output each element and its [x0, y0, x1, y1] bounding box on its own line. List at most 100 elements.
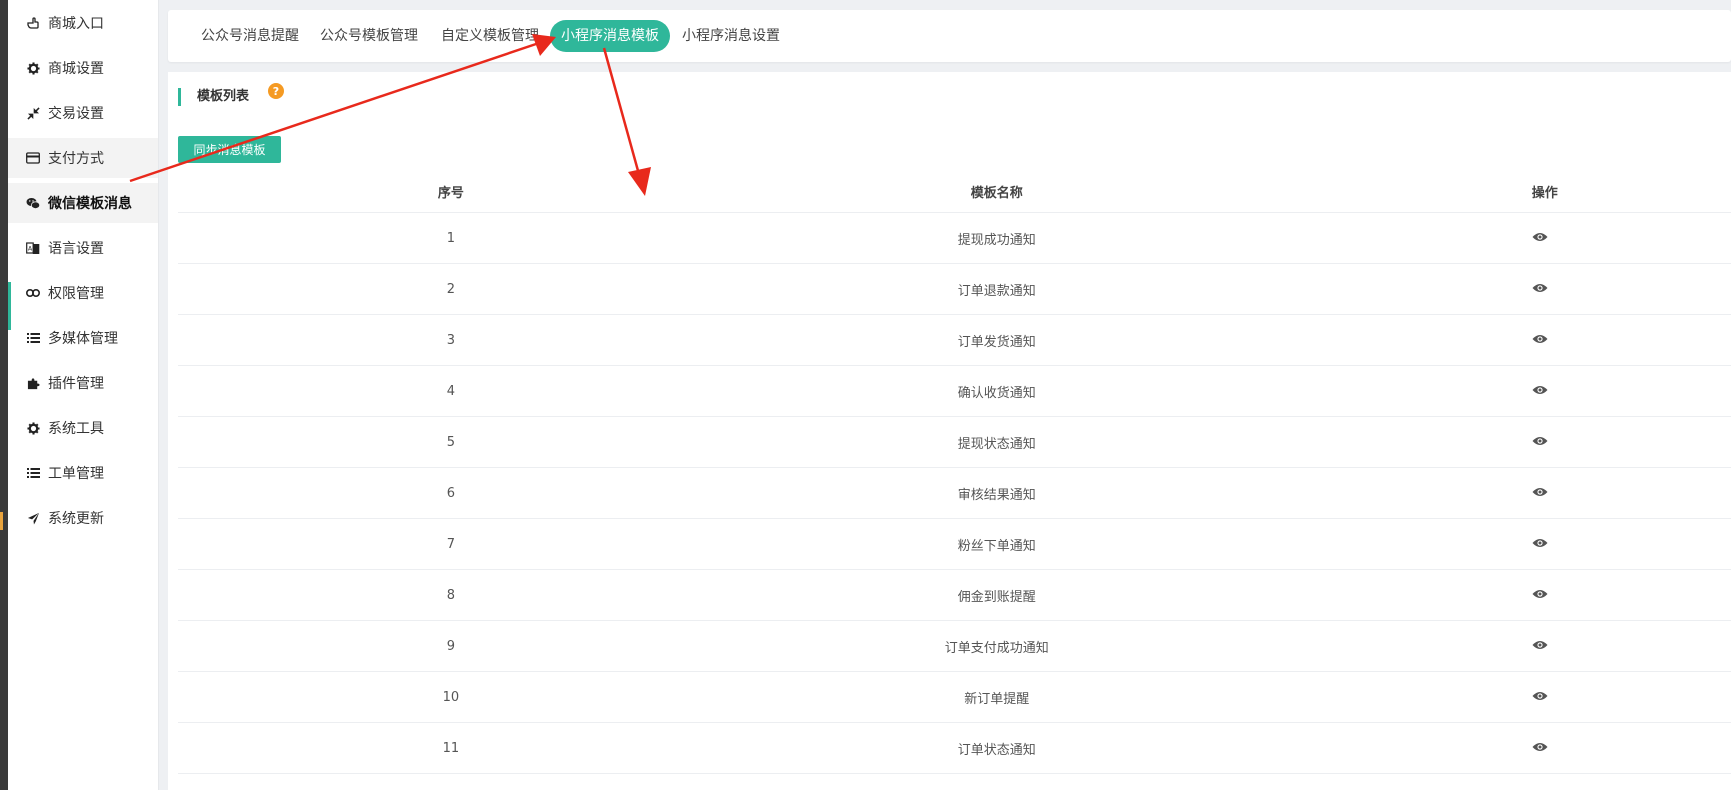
row-index: 8: [178, 569, 724, 621]
sidebar-item-label: 权限管理: [48, 286, 104, 302]
row-action-cell: [1269, 569, 1731, 621]
hand-pointer-icon: [26, 16, 40, 30]
row-index: 9: [178, 620, 724, 672]
sidebar-item-label: 商城入口: [48, 16, 104, 32]
sidebar-item-tickets[interactable]: 工单管理: [8, 453, 158, 493]
sidebar-item-label: 系统工具: [48, 421, 104, 437]
table-row: 2 订单退款通知: [178, 263, 1731, 315]
sidebar-item-label: 支付方式: [48, 151, 104, 167]
sidebar-item-mall-entry[interactable]: 商城入口: [8, 3, 158, 43]
row-template-name: 粉丝下单通知: [723, 518, 1270, 570]
eye-icon[interactable]: [1532, 690, 1548, 705]
row-template-name: 审核结果通知: [723, 467, 1270, 519]
users-icon: [26, 286, 40, 300]
row-index: 11: [178, 722, 724, 774]
sync-templates-button[interactable]: 同步消息模板: [178, 136, 281, 163]
eye-icon[interactable]: [1532, 333, 1548, 348]
table-row: 6 审核结果通知: [178, 467, 1731, 519]
row-index: 1: [178, 212, 724, 264]
language-icon: A: [26, 241, 40, 255]
row-index: 10: [178, 671, 724, 723]
eye-icon[interactable]: [1532, 639, 1548, 654]
table-header-row: 序号 模板名称 操作: [178, 170, 1731, 213]
eye-icon[interactable]: [1532, 486, 1548, 501]
eye-icon[interactable]: [1532, 435, 1548, 450]
table-row: 11 订单状态通知: [178, 722, 1731, 774]
sidebar-item-permissions[interactable]: 权限管理: [8, 273, 158, 313]
sidebar-item-media[interactable]: 多媒体管理: [8, 318, 158, 358]
table-row: 9 订单支付成功通知: [178, 620, 1731, 672]
eye-icon[interactable]: [1532, 741, 1548, 756]
table-row: 7 粉丝下单通知: [178, 518, 1731, 570]
row-template-name: 提现成功通知: [723, 212, 1270, 264]
eye-icon[interactable]: [1532, 231, 1548, 246]
help-icon[interactable]: ?: [268, 83, 284, 99]
table-row: 5 提现状态通知: [178, 416, 1731, 468]
sidebar-item-label: 微信模板消息: [48, 196, 132, 212]
sidebar-item-label: 商城设置: [48, 61, 104, 77]
tab-miniprogram-settings[interactable]: 小程序消息设置: [671, 20, 791, 52]
row-action-cell: [1269, 314, 1731, 366]
credit-card-icon: [26, 151, 40, 165]
sidebar-item-label: 插件管理: [48, 376, 104, 392]
puzzle-icon: [26, 376, 40, 390]
left-edge-strip: [0, 0, 8, 790]
row-action-cell: [1269, 467, 1731, 519]
row-template-name: 提现状态通知: [723, 416, 1270, 468]
eye-icon[interactable]: [1532, 588, 1548, 603]
sidebar-item-label: 交易设置: [48, 106, 104, 122]
table-row: 3 订单发货通知: [178, 314, 1731, 366]
table-body: 1 提现成功通知 2 订单退款通知 3 订单发货通知 4 确认收货通知 5 提现状态通知 6 审核结果…: [178, 212, 1731, 774]
row-action-cell: [1269, 671, 1731, 723]
column-header-index: 序号: [178, 170, 724, 213]
row-action-cell: [1269, 620, 1731, 672]
tab-miniprogram-templates[interactable]: 小程序消息模板: [550, 20, 670, 52]
sidebar-item-language-settings[interactable]: A 语言设置: [8, 228, 158, 268]
eye-icon[interactable]: [1532, 282, 1548, 297]
table-row: 4 确认收货通知: [178, 365, 1731, 417]
table-row: 8 佣金到账提醒: [178, 569, 1731, 621]
tab-official-account-reminder[interactable]: 公众号消息提醒: [190, 20, 310, 52]
row-action-cell: [1269, 212, 1731, 264]
sidebar-item-wechat-template[interactable]: 微信模板消息: [8, 183, 158, 223]
tab-custom-templates[interactable]: 自定义模板管理: [430, 20, 550, 52]
sidebar: 商城入口 商城设置 交易设置 支付方式 微信模板消息 A 语言设置 权限管理 多…: [8, 0, 159, 790]
row-action-cell: [1269, 263, 1731, 315]
wechat-icon: [26, 196, 40, 210]
row-index: 5: [178, 416, 724, 468]
sidebar-item-trade-settings[interactable]: 交易设置: [8, 93, 158, 133]
row-index: 7: [178, 518, 724, 570]
row-action-cell: [1269, 365, 1731, 417]
eye-icon[interactable]: [1532, 384, 1548, 399]
compress-icon: [26, 106, 40, 120]
tabs-bar: 公众号消息提醒 公众号模板管理 自定义模板管理 小程序消息模板 小程序消息设置: [168, 10, 1731, 62]
row-template-name: 佣金到账提醒: [723, 569, 1270, 621]
section-title: 模板列表: [178, 88, 249, 106]
list-icon: [26, 331, 40, 345]
sidebar-item-label: 系统更新: [48, 511, 104, 527]
row-template-name: 确认收货通知: [723, 365, 1270, 417]
row-template-name: 订单支付成功通知: [723, 620, 1270, 672]
row-template-name: 订单状态通知: [723, 722, 1270, 774]
sidebar-item-plugins[interactable]: 插件管理: [8, 363, 158, 403]
row-action-cell: [1269, 518, 1731, 570]
sidebar-item-label: 语言设置: [48, 241, 104, 257]
table-row: 10 新订单提醒: [178, 671, 1731, 723]
gear-icon: [26, 61, 40, 75]
svg-text:A: A: [28, 245, 33, 252]
sidebar-item-system-tools[interactable]: 系统工具: [8, 408, 158, 448]
row-index: 2: [178, 263, 724, 315]
eye-icon[interactable]: [1532, 537, 1548, 552]
sidebar-item-label: 多媒体管理: [48, 331, 118, 347]
tab-official-account-templates[interactable]: 公众号模板管理: [309, 20, 429, 52]
column-header-action: 操作: [1269, 170, 1731, 213]
sidebar-item-payment-methods[interactable]: 支付方式: [8, 138, 158, 178]
edge-marker: [0, 512, 3, 530]
row-index: 6: [178, 467, 724, 519]
row-action-cell: [1269, 722, 1731, 774]
column-header-action-label: 操作: [1531, 185, 1558, 201]
sidebar-item-system-update[interactable]: 系统更新: [8, 498, 158, 538]
paper-plane-icon: [26, 511, 40, 525]
sidebar-item-mall-settings[interactable]: 商城设置: [8, 48, 158, 88]
template-table: 序号 模板名称 操作 1 提现成功通知 2 订单退款通知 3 订单发货通知 4 确认收货通知 5…: [178, 170, 1731, 774]
